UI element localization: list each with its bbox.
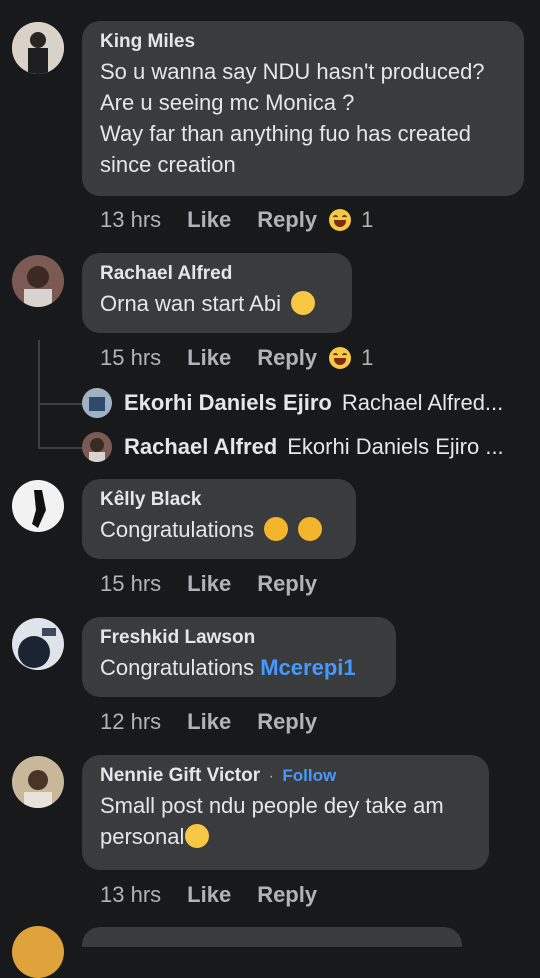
reaction-count[interactable]: 1	[361, 207, 373, 233]
avatar[interactable]	[12, 255, 64, 307]
like-button[interactable]: Like	[187, 709, 231, 735]
comment-bubble	[82, 927, 462, 947]
comment-text-line: So u wanna say NDU hasn't produced?	[100, 59, 485, 84]
comment-actions: 12 hrs Like Reply	[100, 709, 329, 735]
comment-author[interactable]: King Miles	[100, 30, 506, 54]
comment-time: 13 hrs	[100, 882, 162, 907]
reply-button[interactable]: Reply	[257, 345, 317, 371]
comment-text-content: personal	[100, 824, 185, 849]
comment-text-content: Orna wan start Abi	[100, 291, 281, 316]
profile-photo-icon	[12, 255, 64, 307]
comment-author[interactable]: Kêlly Black	[100, 488, 338, 512]
comment-header: Nennie Gift Victor · Follow	[100, 764, 471, 788]
separator-dot: ·	[268, 768, 274, 785]
like-button[interactable]: Like	[187, 207, 231, 233]
profile-photo-icon	[12, 756, 64, 808]
avatar[interactable]	[12, 22, 64, 74]
comment-bubble: Freshkid Lawson Congratulations Mcerepi1	[82, 617, 396, 697]
comment-text-line: Are u seeing mc Monica ?	[100, 90, 355, 115]
follow-button[interactable]: Follow	[282, 766, 336, 785]
comment-actions: 15 hrs Like Reply	[100, 571, 329, 597]
haha-reaction-icon[interactable]	[329, 347, 352, 369]
reply-preview-text: Rachael Alfred...	[341, 390, 504, 415]
comment-actions: 15 hrs Like Reply 1	[100, 345, 373, 371]
avatar	[82, 388, 112, 418]
profile-photo-icon	[12, 480, 64, 532]
comment-bubble: King Miles So u wanna say NDU hasn't pro…	[82, 21, 524, 196]
crying-laughing-emoji-icon	[185, 824, 210, 848]
comment-text-content: Congratulations	[100, 517, 255, 542]
reply-preview[interactable]: Ekorhi Daniels Ejiro Rachael Alfred...	[82, 388, 503, 418]
comment-author[interactable]: Rachael Alfred	[100, 262, 334, 286]
comment-time: 13 hrs	[100, 207, 162, 232]
comment-text: Orna wan start Abi	[100, 288, 334, 319]
like-button[interactable]: Like	[187, 571, 231, 597]
reply-author[interactable]: Ekorhi Daniels Ejiro	[124, 390, 332, 416]
profile-photo-icon	[12, 618, 64, 670]
comment-time: 12 hrs	[100, 709, 162, 734]
reply-author[interactable]: Rachael Alfred	[124, 434, 277, 460]
reply-preview[interactable]: Rachael Alfred Ekorhi Daniels Ejiro ...	[82, 432, 504, 462]
comment-time: 15 hrs	[100, 345, 162, 370]
profile-photo-icon	[82, 388, 112, 418]
comment-text-line: Way far than anything fuo has created	[100, 121, 471, 146]
haha-reaction-icon[interactable]	[329, 209, 352, 231]
avatar[interactable]	[12, 480, 64, 532]
profile-photo-icon	[82, 432, 112, 462]
comment-bubble: Rachael Alfred Orna wan start Abi	[82, 253, 352, 333]
reply-button[interactable]: Reply	[257, 571, 317, 597]
comment-actions: 13 hrs Like Reply	[100, 882, 329, 908]
like-button[interactable]: Like	[187, 345, 231, 371]
eye-roll-emoji-icon	[291, 291, 316, 315]
reply-button[interactable]: Reply	[257, 207, 317, 233]
reply-button[interactable]: Reply	[257, 882, 317, 908]
comment-time: 15 hrs	[100, 571, 162, 596]
clapping-hands-icon	[264, 517, 289, 541]
comment-author[interactable]: Freshkid Lawson	[100, 626, 378, 650]
comment-text-content: Congratulations	[100, 655, 255, 680]
comment-actions: 13 hrs Like Reply 1	[100, 207, 373, 233]
thread-line	[38, 403, 82, 405]
comment-bubble: Kêlly Black Congratulations	[82, 479, 356, 559]
avatar[interactable]	[12, 618, 64, 670]
comment-text: personal	[100, 821, 471, 852]
like-button[interactable]: Like	[187, 882, 231, 908]
comment-text-line: Small post ndu people dey take am	[100, 793, 444, 818]
comment-bubble: Nennie Gift Victor · Follow Small post n…	[82, 755, 489, 870]
clapping-hands-icon	[298, 517, 323, 541]
reply-preview-text: Ekorhi Daniels Ejiro ...	[287, 434, 504, 459]
reply-button[interactable]: Reply	[257, 709, 317, 735]
comment-text: Congratulations	[100, 514, 338, 545]
mention-link[interactable]: Mcerepi1	[260, 655, 355, 680]
thread-line	[38, 340, 40, 448]
reaction-count[interactable]: 1	[361, 345, 373, 371]
comment-text-line: since creation	[100, 152, 236, 177]
thread-line	[38, 447, 82, 449]
profile-photo-icon	[12, 22, 64, 74]
avatar	[82, 432, 112, 462]
avatar[interactable]	[12, 756, 64, 808]
comment-author[interactable]: Nennie Gift Victor	[100, 765, 260, 786]
comment-text: Congratulations Mcerepi1	[100, 652, 378, 683]
